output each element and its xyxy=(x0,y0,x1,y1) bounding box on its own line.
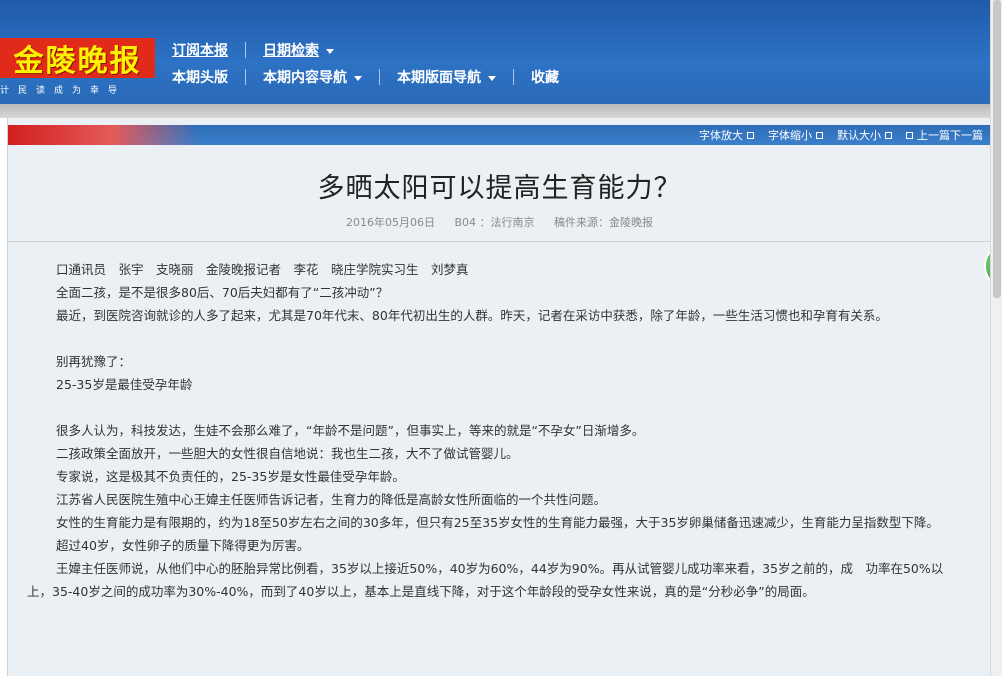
article-source: 稿件来源：金陵晚报 xyxy=(554,216,654,229)
article-paragraph: 超过40岁，女性卵子的质量下降得更为厉害。 xyxy=(56,538,310,553)
nav-separator xyxy=(513,69,514,85)
scrollbar-thumb[interactable] xyxy=(993,0,1001,298)
nav-date-search[interactable]: 日期检索 xyxy=(263,40,334,60)
article-paragraph: 别再犹豫了： xyxy=(56,354,132,369)
reset-square-icon xyxy=(885,131,892,139)
article-paragraph: 二孩政策全面放开，一些胆大的女性很自信地说：我也生二孩，大不了做试管婴儿。 xyxy=(56,446,519,461)
logo-slogan: 计民读成为幸导 xyxy=(0,86,127,96)
article-frame: 字体放大 字体缩小 默认大小 上一篇下一篇 多晒太阳可以提高生育能力？ 2016… xyxy=(7,118,991,676)
nav-row-secondary: 本期头版 本期内容导航 本期版面导航 收藏 xyxy=(172,67,559,87)
nav-content-navigation-label: 本期内容导航 xyxy=(263,70,347,86)
logo-text: 金陵晚报 xyxy=(13,44,142,79)
plus-square-icon xyxy=(747,131,754,139)
minus-square-icon xyxy=(816,131,823,139)
article-paragraph: 很多人认为，科技发达，生娃不会那么难了，“年龄不是问题”，但事实上，等来的就是“… xyxy=(56,423,645,438)
font-enlarge-label: 字体放大 xyxy=(699,129,743,142)
prev-next-button[interactable]: 上一篇下一篇 xyxy=(906,127,983,143)
nav-page-navigation[interactable]: 本期版面导航 xyxy=(397,67,496,87)
chevron-down-icon xyxy=(488,75,496,81)
nav-content-navigation[interactable]: 本期内容导航 xyxy=(263,67,362,87)
default-size-button[interactable]: 默认大小 xyxy=(837,127,892,143)
article-date: 2016年05月06日 xyxy=(345,216,435,229)
nav-separator xyxy=(245,42,246,58)
nav-date-search-label: 日期检索 xyxy=(263,43,319,59)
article-paragraph: 江苏省人民医院生殖中心王媁主任医师告诉记者，生育力的降低是高龄女性所面临的一个共… xyxy=(56,492,607,507)
title-divider xyxy=(8,241,991,242)
font-enlarge-button[interactable]: 字体放大 xyxy=(699,127,754,143)
nav-subscribe[interactable]: 订阅本报 xyxy=(172,40,228,60)
nav-front-page[interactable]: 本期头版 xyxy=(172,67,228,87)
article-paragraph: 最近，到医院咨询就诊的人多了起来，尤其是70年代末、80年代初出生的人群。昨天，… xyxy=(56,308,888,323)
article-title: 多晒太阳可以提高生育能力？ xyxy=(317,173,682,204)
article-paragraph: 口通讯员 张宇 支晓丽 金陵晚报记者 李花 晓庄学院实习生 刘梦真 xyxy=(56,262,469,277)
prev-next-label: 上一篇下一篇 xyxy=(917,129,983,142)
site-header: 金陵晚报 计民读成为幸导 订阅本报 日期检索 本期头版 本期内容导航 本期版面导… xyxy=(0,0,990,104)
article-paragraph: 25-35岁是最佳受孕年龄 xyxy=(56,377,193,392)
article-paragraph: 专家说，这是极其不负责任的，25-35岁是女性最佳受孕年龄。 xyxy=(56,469,405,484)
nav-favorite[interactable]: 收藏 xyxy=(531,67,559,87)
nav-row-primary: 订阅本报 日期检索 xyxy=(172,40,334,60)
article-toolbar: 字体放大 字体缩小 默认大小 上一篇下一篇 xyxy=(8,125,991,145)
paragraph-spacer xyxy=(27,327,973,350)
article-meta: 2016年05月06日 B04 ：法行南京 稿件来源：金陵晚报 xyxy=(8,214,991,230)
font-shrink-label: 字体缩小 xyxy=(768,129,812,142)
article-body: 口通讯员 张宇 支晓丽 金陵晚报记者 李花 晓庄学院实习生 刘梦真 全面二孩，是… xyxy=(27,258,973,603)
chevron-down-icon xyxy=(326,48,334,54)
nav-page-navigation-label: 本期版面导航 xyxy=(397,70,481,86)
article-page: B04 ：法行南京 xyxy=(454,216,535,229)
toolbar-tools: 字体放大 字体缩小 默认大小 上一篇下一篇 xyxy=(685,127,983,143)
page-scrollbar[interactable] xyxy=(990,0,1002,676)
site-logo[interactable]: 金陵晚报 xyxy=(0,38,155,79)
nav-separator xyxy=(245,69,246,85)
nav-separator xyxy=(379,69,380,85)
article-paragraph: 王媁主任医师说，从他们中心的胚胎异常比例看，35岁以上接近50%，40岁为60%… xyxy=(27,561,956,599)
paragraph-spacer xyxy=(27,396,973,419)
arrow-square-icon xyxy=(906,131,913,139)
chevron-down-icon xyxy=(354,75,362,81)
default-size-label: 默认大小 xyxy=(837,129,881,142)
header-shadow-strip xyxy=(0,104,990,118)
article-paragraph: 全面二孩，是不是很多80后、70后夫妇都有了“二孩冲动”？ xyxy=(56,285,389,300)
font-shrink-button[interactable]: 字体缩小 xyxy=(768,127,823,143)
toolbar-accent xyxy=(8,125,198,145)
article-paragraph: 女性的生育能力是有限期的，约为18至50岁左右之间的30多年，但只有25至35岁… xyxy=(56,515,939,530)
